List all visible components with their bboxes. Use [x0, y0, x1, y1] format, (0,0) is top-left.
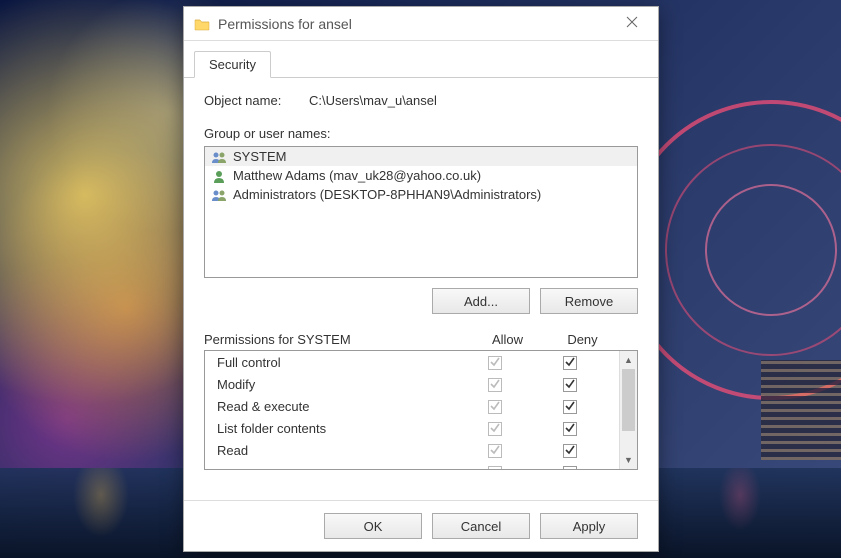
group-user-names-label: Group or user names:	[204, 126, 638, 141]
scroll-thumb[interactable]	[622, 369, 635, 431]
scroll-up-arrow[interactable]: ▲	[620, 351, 637, 369]
allow-checkbox	[488, 400, 502, 414]
user-icon	[211, 169, 227, 183]
object-path: C:\Users\mav_u\ansel	[309, 93, 437, 108]
deny-checkbox[interactable]	[563, 378, 577, 392]
bottom-button-bar: OK Cancel Apply	[184, 500, 658, 551]
allow-checkbox	[488, 444, 502, 458]
object-name-label: Object name:	[204, 93, 309, 108]
group-icon	[211, 188, 227, 202]
user-name: Matthew Adams (mav_uk28@yahoo.co.uk)	[233, 168, 481, 183]
permission-row: Full control	[205, 351, 619, 373]
allow-checkbox	[488, 378, 502, 392]
permissions-list: Full control Modify Read & execute List fol…	[204, 350, 638, 470]
deny-checkbox[interactable]	[563, 400, 577, 414]
tab-strip: Security	[184, 41, 658, 78]
user-name: Administrators (DESKTOP-8PHHAN9\Administ…	[233, 187, 541, 202]
titlebar[interactable]: Permissions for ansel	[184, 7, 658, 41]
permissions-for-label: Permissions for SYSTEM	[204, 332, 470, 347]
user-name: SYSTEM	[233, 149, 286, 164]
apply-button[interactable]: Apply	[540, 513, 638, 539]
scrollbar[interactable]: ▲ ▼	[619, 351, 637, 469]
permissions-dialog: Permissions for ansel Security Object na…	[183, 6, 659, 552]
permission-row: Modify	[205, 373, 619, 395]
content-area: Object name: C:\Users\mav_u\ansel Group …	[184, 78, 658, 500]
add-button[interactable]: Add...	[432, 288, 530, 314]
user-list[interactable]: SYSTEM Matthew Adams (mav_uk28@yahoo.co.u…	[204, 146, 638, 278]
group-icon	[211, 150, 227, 164]
deny-checkbox[interactable]	[563, 466, 577, 469]
cancel-button[interactable]: Cancel	[432, 513, 530, 539]
user-item[interactable]: SYSTEM	[205, 147, 637, 166]
permissions-header: Permissions for SYSTEM Allow Deny	[204, 332, 638, 347]
close-button[interactable]	[612, 10, 652, 38]
allow-checkbox	[488, 466, 502, 469]
scroll-down-arrow[interactable]: ▼	[620, 451, 637, 469]
permission-row: List folder contents	[205, 417, 619, 439]
desktop-building	[761, 360, 841, 460]
window-title: Permissions for ansel	[218, 16, 612, 32]
user-item[interactable]: Administrators (DESKTOP-8PHHAN9\Administ…	[205, 185, 637, 204]
permission-name: Full control	[217, 355, 457, 370]
permission-name: Read	[217, 443, 457, 458]
deny-checkbox[interactable]	[563, 356, 577, 370]
user-item[interactable]: Matthew Adams (mav_uk28@yahoo.co.uk)	[205, 166, 637, 185]
permission-name: Modify	[217, 377, 457, 392]
allow-column-header: Allow	[470, 332, 545, 347]
deny-checkbox[interactable]	[563, 422, 577, 436]
deny-column-header: Deny	[545, 332, 620, 347]
permission-row	[205, 461, 619, 469]
permission-row: Read	[205, 439, 619, 461]
allow-checkbox	[488, 422, 502, 436]
deny-checkbox[interactable]	[563, 444, 577, 458]
allow-checkbox	[488, 356, 502, 370]
remove-button[interactable]: Remove	[540, 288, 638, 314]
close-icon	[626, 16, 638, 31]
ok-button[interactable]: OK	[324, 513, 422, 539]
folder-icon	[194, 17, 210, 31]
permission-name: List folder contents	[217, 421, 457, 436]
tab-security[interactable]: Security	[194, 51, 271, 78]
permission-name: Read & execute	[217, 399, 457, 414]
permission-row: Read & execute	[205, 395, 619, 417]
